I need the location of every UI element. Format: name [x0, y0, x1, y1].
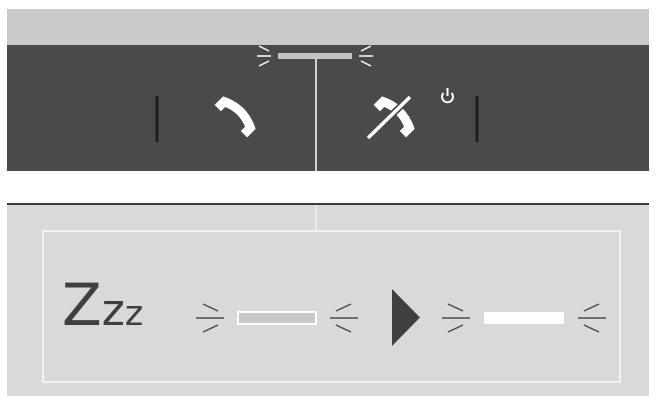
top-led-indicator: [278, 53, 352, 59]
diagram-graphics: [155, 45, 606, 346]
play-arrow-icon: [392, 289, 420, 346]
standby-letter: Z: [62, 271, 102, 339]
blink-rays-icon: [359, 45, 373, 67]
blink-rays-icon: [578, 303, 606, 333]
led-dim-indicator: [237, 311, 317, 325]
blink-rays-icon: [330, 303, 358, 333]
blink-rays-icon: [196, 303, 224, 333]
blink-rays-icon: [257, 45, 271, 67]
standby-label: Zzz: [62, 270, 143, 340]
blink-rays-icon: [442, 303, 470, 333]
standby-letter: z: [101, 285, 125, 336]
led-bright-indicator: [484, 312, 564, 324]
standby-letter: z: [124, 294, 144, 334]
phone-handset-icon: [214, 96, 256, 138]
phone-hangup-icon: [365, 94, 415, 141]
power-icon: [441, 88, 454, 104]
